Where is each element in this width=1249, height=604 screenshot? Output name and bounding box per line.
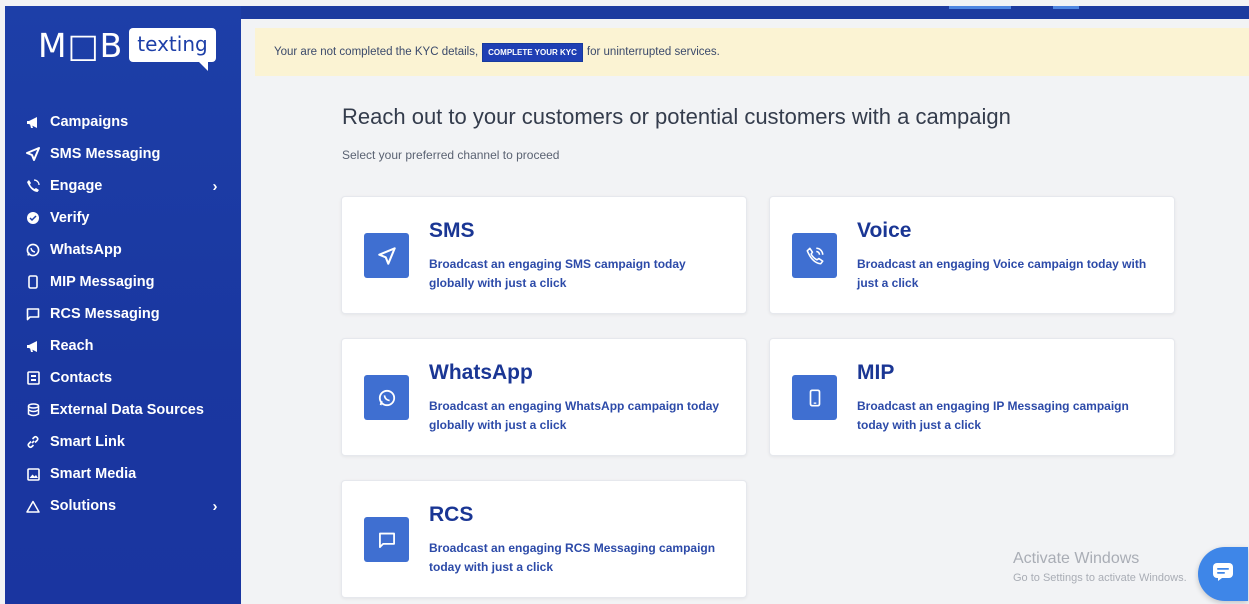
mobile-icon bbox=[792, 375, 837, 420]
kyc-banner: Your are not completed the KYC details, … bbox=[255, 28, 1249, 76]
sidebar: M□B texting Campaigns SMS Messaging Enga… bbox=[5, 6, 241, 604]
sidebar-item-label: Engage bbox=[50, 178, 103, 194]
megaphone-icon bbox=[22, 340, 44, 353]
sidebar-item-engage[interactable]: Engage › bbox=[5, 170, 241, 202]
channel-description: Broadcast an engaging WhatsApp campaign … bbox=[429, 399, 720, 432]
complete-kyc-button[interactable]: COMPLETE YOUR KYC bbox=[482, 42, 583, 62]
link-icon bbox=[22, 435, 44, 449]
chat-widget-button[interactable] bbox=[1198, 547, 1248, 601]
sidebar-item-label: RCS Messaging bbox=[50, 306, 160, 322]
sidebar-item-smart-media[interactable]: Smart Media bbox=[5, 458, 241, 490]
channel-title: MIP bbox=[857, 361, 895, 384]
channel-card-voice[interactable]: Voice Broadcast an engaging Voice campai… bbox=[769, 196, 1175, 314]
channel-card-sms[interactable]: SMS Broadcast an engaging SMS campaign t… bbox=[341, 196, 747, 314]
chat-bubble-icon bbox=[364, 517, 409, 562]
channel-description: Broadcast an engaging Voice campaign tod… bbox=[857, 257, 1147, 290]
whatsapp-icon bbox=[364, 375, 409, 420]
sidebar-item-solutions[interactable]: Solutions › bbox=[5, 490, 241, 522]
chat-icon bbox=[1212, 562, 1234, 586]
sidebar-item-label: Smart Media bbox=[50, 466, 137, 482]
whatsapp-icon bbox=[22, 243, 44, 257]
contact-card-icon bbox=[22, 371, 44, 385]
sidebar-item-label: Contacts bbox=[50, 370, 113, 386]
sidebar-item-label: MIP Messaging bbox=[50, 274, 155, 290]
top-header-bar bbox=[241, 6, 1249, 19]
activate-windows-watermark: Activate Windows Go to Settings to activ… bbox=[1013, 550, 1187, 584]
sidebar-item-verify[interactable]: Verify bbox=[5, 202, 241, 234]
sidebar-item-whatsapp[interactable]: WhatsApp bbox=[5, 234, 241, 266]
sidebar-item-label: Solutions bbox=[50, 498, 117, 514]
phone-call-icon bbox=[22, 179, 44, 193]
send-icon bbox=[22, 147, 44, 161]
sidebar-item-label: Campaigns bbox=[50, 114, 129, 130]
chevron-right-icon: › bbox=[212, 177, 218, 195]
channel-title: RCS bbox=[429, 503, 474, 526]
sidebar-item-label: WhatsApp bbox=[50, 242, 122, 258]
sidebar-item-external-data-sources[interactable]: External Data Sources bbox=[5, 394, 241, 426]
chevron-right-icon: › bbox=[212, 497, 218, 515]
channel-card-rcs[interactable]: RCS Broadcast an engaging RCS Messaging … bbox=[341, 480, 747, 598]
sidebar-item-label: Verify bbox=[50, 210, 90, 226]
page-title: Reach out to your customers or potential… bbox=[342, 104, 1011, 129]
badge-check-icon bbox=[22, 211, 44, 225]
logo[interactable]: M□B texting bbox=[38, 26, 216, 78]
sidebar-item-label: Reach bbox=[50, 338, 94, 354]
sidebar-item-campaigns[interactable]: Campaigns bbox=[5, 106, 241, 138]
channel-description: Broadcast an engaging RCS Messaging camp… bbox=[429, 541, 716, 574]
channel-title: Voice bbox=[857, 219, 912, 242]
channel-title: SMS bbox=[429, 219, 475, 242]
sidebar-item-contacts[interactable]: Contacts bbox=[5, 362, 241, 394]
channel-card-whatsapp[interactable]: WhatsApp Broadcast an engaging WhatsApp … bbox=[341, 338, 747, 456]
chat-bubble-icon bbox=[22, 307, 44, 321]
channel-title: WhatsApp bbox=[429, 361, 533, 384]
sidebar-item-rcs-messaging[interactable]: RCS Messaging bbox=[5, 298, 241, 330]
logo-mob-text: M□B bbox=[38, 26, 124, 65]
watermark-title: Activate Windows bbox=[1013, 550, 1140, 567]
channel-description: Broadcast an engaging IP Messaging campa… bbox=[857, 399, 1129, 432]
kyc-message: Your are not completed the KYC details, bbox=[274, 46, 479, 58]
kyc-message-suffix: for uninterrupted services. bbox=[586, 46, 720, 58]
channel-card-mip[interactable]: MIP Broadcast an engaging IP Messaging c… bbox=[769, 338, 1175, 456]
sidebar-item-smart-link[interactable]: Smart Link bbox=[5, 426, 241, 458]
page-subtitle: Select your preferred channel to proceed bbox=[342, 148, 560, 162]
phone-call-icon bbox=[792, 233, 837, 278]
mobile-icon bbox=[22, 275, 44, 289]
sidebar-nav: Campaigns SMS Messaging Engage › Verify bbox=[5, 106, 241, 522]
sidebar-item-mip-messaging[interactable]: MIP Messaging bbox=[5, 266, 241, 298]
channel-description: Broadcast an engaging SMS campaign today… bbox=[429, 257, 686, 290]
watermark-subtitle: Go to Settings to activate Windows. bbox=[1013, 572, 1187, 584]
image-icon bbox=[22, 467, 44, 481]
database-icon bbox=[22, 403, 44, 417]
logo-texting-badge: texting bbox=[129, 28, 216, 71]
sidebar-item-label: SMS Messaging bbox=[50, 146, 161, 162]
header-button[interactable] bbox=[1053, 6, 1079, 9]
sidebar-item-reach[interactable]: Reach bbox=[5, 330, 241, 362]
send-icon bbox=[364, 233, 409, 278]
warning-triangle-icon bbox=[22, 500, 44, 513]
sidebar-item-label: Smart Link bbox=[50, 434, 125, 450]
sidebar-item-label: External Data Sources bbox=[50, 402, 204, 418]
megaphone-icon bbox=[22, 116, 44, 129]
sidebar-item-sms-messaging[interactable]: SMS Messaging bbox=[5, 138, 241, 170]
header-button[interactable] bbox=[949, 6, 1011, 9]
